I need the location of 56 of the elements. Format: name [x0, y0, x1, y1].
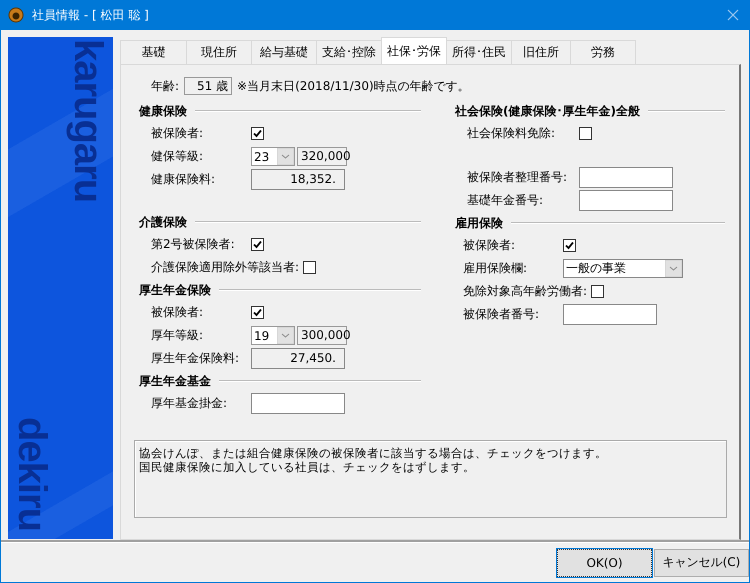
age-label: 年齢:: [151, 78, 180, 94]
checkbox[interactable]: [251, 127, 264, 140]
grade-dropdown[interactable]: 23: [251, 147, 295, 166]
logo-text: dekiru: [9, 417, 54, 532]
field-label: 雇用保険欄:: [463, 260, 528, 277]
section-title: 健康保険: [139, 102, 187, 120]
field-label: 社会保険料免除:: [467, 125, 556, 142]
checkbox[interactable]: [591, 285, 604, 298]
section-title: 厚生年金保険: [139, 282, 211, 298]
field-label: 厚年基金掛金:: [151, 395, 228, 412]
field-label: 厚生年金保険料:: [151, 350, 240, 367]
input-field[interactable]: [579, 190, 673, 211]
field-label: 被保険者番号:: [463, 306, 540, 323]
field-label: 厚年等級:: [151, 327, 204, 344]
caret-icon: [277, 148, 294, 165]
field-label: 第2号被保険者:: [151, 236, 236, 253]
input-field[interactable]: [579, 167, 673, 188]
field-label: 被保険者整理番号:: [467, 169, 568, 186]
checkbox[interactable]: [563, 239, 576, 252]
tab[interactable]: 基礎: [120, 40, 187, 64]
field-label: 被保険者:: [151, 304, 204, 321]
field-label: 健保等級:: [151, 148, 204, 165]
checkbox[interactable]: [303, 261, 316, 274]
section-title: 厚生年金基金: [139, 372, 211, 390]
grade-dropdown[interactable]: 19: [251, 326, 295, 345]
field-label: 被保険者:: [151, 125, 204, 142]
tab[interactable]: 社保･労保: [381, 37, 447, 64]
input-field[interactable]: [251, 393, 345, 414]
close-icon[interactable]: [727, 9, 739, 21]
checkbox[interactable]: [579, 127, 592, 140]
section-title: 雇用保険: [455, 214, 503, 232]
help-text: 国民健康保険に加入している社員は、チェックをはずします。: [139, 460, 476, 474]
app-icon: [8, 7, 24, 23]
amount-field: 18,352.: [251, 169, 345, 190]
caret-icon: [665, 260, 682, 277]
caret-icon: [277, 327, 294, 344]
field-label: 健康保険料:: [151, 171, 216, 188]
section-title: 社会保険(健康保険･厚生年金)全般: [455, 102, 640, 120]
dialog-button[interactable]: キャンセル(C): [654, 548, 749, 576]
field-label: 介護保険適用除外等該当者:: [151, 259, 300, 276]
field-label: 被保険者:: [463, 237, 516, 254]
input-field[interactable]: [563, 304, 657, 325]
help-text: 協会けんぽ、または組合健康保険の被保険者に該当する場合は、チェックをつけます。: [139, 446, 608, 460]
checkbox[interactable]: [251, 238, 264, 251]
age-value: 51 歳: [184, 77, 232, 95]
section-title: 介護保険: [139, 214, 187, 230]
age-note: ※当月末日(2018/11/30)時点の年齢です。: [237, 78, 470, 94]
dialog-button[interactable]: OK(O): [557, 548, 652, 576]
field-label: 免除対象高年齢労働者:: [463, 283, 588, 300]
checkbox[interactable]: [251, 306, 264, 319]
window-title: 社員情報 - [ 松田 聡 ]: [32, 6, 150, 24]
dropdown[interactable]: 一般の事業: [563, 259, 683, 278]
amount-field: 27,450.: [251, 348, 345, 369]
field-label: 基礎年金番号:: [467, 192, 544, 209]
logo-text: karugaru: [65, 39, 110, 202]
tab[interactable]: 労務: [570, 40, 636, 64]
